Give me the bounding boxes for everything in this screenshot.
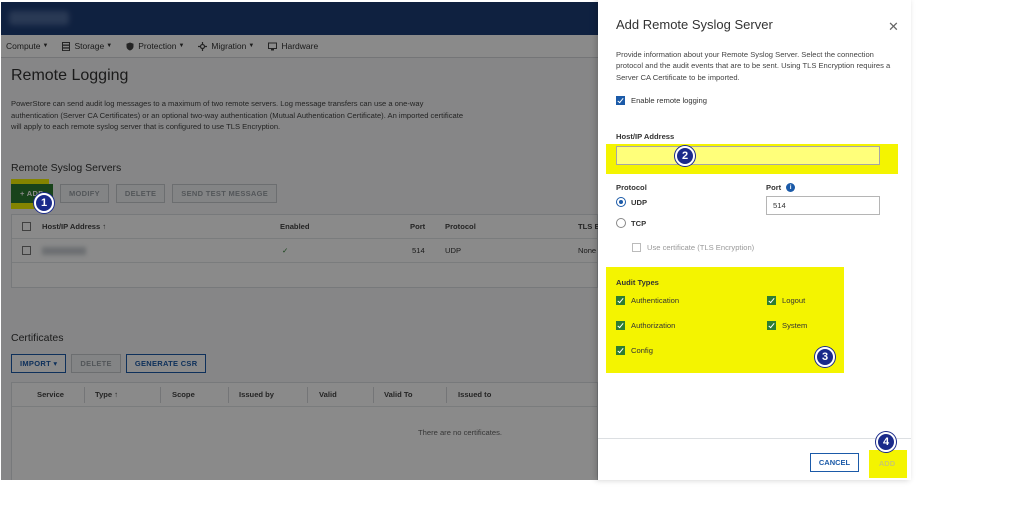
port-label: Port i — [766, 183, 796, 192]
radio-selected-icon — [616, 197, 626, 207]
port-label-text: Port — [766, 183, 782, 192]
dialog-add-button[interactable]: ADD — [873, 455, 901, 471]
audit-logout-label: Logout — [782, 296, 806, 305]
host-label: Host/IP Address — [616, 132, 675, 141]
audit-authorization-label: Authorization — [631, 321, 676, 330]
checkbox-checked-icon — [767, 296, 776, 305]
host-ip-input[interactable] — [616, 146, 880, 165]
protocol-tcp-radio[interactable]: TCP — [616, 218, 646, 228]
step-marker-3: 3 — [815, 347, 835, 367]
audit-config-checkbox[interactable]: Config — [616, 346, 653, 355]
modal-backdrop[interactable] — [1, 2, 598, 480]
audit-types-label: Audit Types — [616, 278, 659, 287]
radio-unselected-icon — [616, 218, 626, 228]
step-marker-4: 4 — [876, 432, 896, 452]
protocol-label: Protocol — [616, 183, 647, 192]
audit-system-checkbox[interactable]: System — [767, 321, 807, 330]
protocol-tcp-label: TCP — [631, 218, 647, 228]
cancel-button[interactable]: CANCEL — [810, 453, 859, 472]
audit-authentication-checkbox[interactable]: Authentication — [616, 296, 679, 305]
checkbox-checked-icon — [616, 346, 625, 355]
step-marker-2: 2 — [675, 146, 695, 166]
app-root: Compute ▼ Storage ▼ Protection ▼ Migration ▼… — [0, 0, 1024, 519]
protocol-udp-radio[interactable]: UDP — [616, 197, 647, 207]
checkbox-checked-icon — [616, 296, 625, 305]
audit-logout-checkbox[interactable]: Logout — [767, 296, 805, 305]
checkbox-checked-icon — [616, 321, 625, 330]
checkbox-unchecked-icon — [632, 243, 641, 252]
protocol-udp-label: UDP — [631, 197, 648, 207]
audit-system-label: System — [782, 321, 808, 330]
dialog-footer-divider — [598, 438, 911, 439]
tls-encryption-checkbox[interactable]: Use certificate (TLS Encryption) — [632, 243, 754, 252]
dialog-content: Host/IP Address Protocol UDP TCP Port i … — [598, 0, 911, 480]
port-input[interactable] — [766, 196, 880, 215]
audit-config-label: Config — [631, 346, 653, 355]
audit-authentication-label: Authentication — [631, 296, 680, 305]
step-marker-1: 1 — [34, 193, 54, 213]
checkbox-checked-icon — [767, 321, 776, 330]
audit-authorization-checkbox[interactable]: Authorization — [616, 321, 675, 330]
info-icon[interactable]: i — [786, 183, 796, 192]
tls-encryption-label: Use certificate (TLS Encryption) — [647, 243, 755, 252]
